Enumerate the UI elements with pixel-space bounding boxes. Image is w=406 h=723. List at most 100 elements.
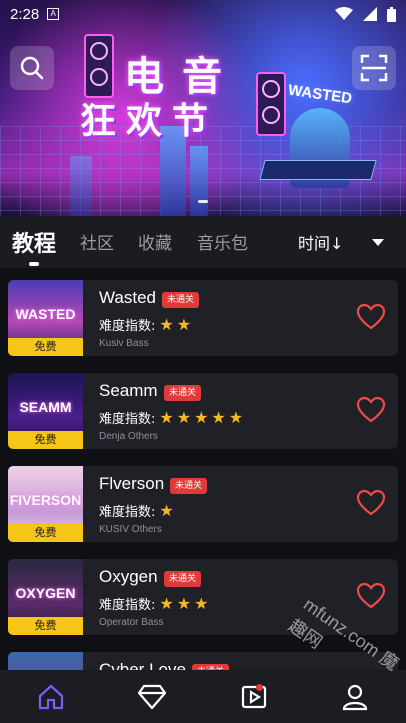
song-list[interactable]: WASTED 免费 Wasted 未通关 难度指数: ★ ★ Kusiv Bass SEAMM 免… [0,268,406,670]
star-icon: ★ [159,314,174,334]
song-title: Flverson [99,474,165,493]
search-icon [20,56,44,80]
status-bar: 2:28 A [0,0,406,28]
banner-building [190,146,208,216]
difficulty-label: 难度指数: [99,412,156,427]
star-icon: ★ [159,407,174,427]
difficulty-stars: ★ ★ ★ [159,593,209,613]
song-cover [8,652,83,670]
star-icon: ★ [159,500,174,520]
free-label: 免费 [8,524,83,542]
song-cover: WASTED 免费 [8,280,83,356]
speaker-graphic [256,72,286,136]
free-label: 免费 [8,431,83,449]
song-genre: Others [131,524,162,535]
favorite-heart-icon[interactable] [356,581,386,611]
difficulty-stars: ★ ★ [159,314,192,334]
song-artist: Kusiv [99,338,124,349]
favorite-heart-icon[interactable] [356,302,386,332]
status-badge: 未通关 [170,478,208,494]
song-meta: Kusiv Bass [99,338,148,349]
signal-icon [363,7,377,21]
song-card[interactable]: FIVERSON 免费 Flverson 未通关 难度指数: ★ KUSIV Others [8,466,398,542]
song-meta: KUSIV Others [99,524,162,535]
cover-title: SEAMM [19,399,72,415]
play-video-icon [241,685,266,708]
free-label: 免费 [8,617,83,635]
song-cover: OXYGEN 免费 [8,559,83,635]
notification-icon: A [47,8,60,20]
difficulty-row: 难度指数: ★ ★ ★ [99,594,208,613]
diamond-icon [138,684,167,709]
category-tabs: 教程 社区 收藏 音乐包 时间↓ [0,216,406,268]
song-card[interactable]: SEAMM 免费 Seamm 未通关 难度指数: ★ ★ ★ ★ ★ Denja Others [8,373,398,449]
star-icon: ★ [176,314,192,334]
tab-tutorial[interactable]: 教程 [12,226,56,258]
status-badge: 未通关 [164,571,202,587]
battery-icon [387,6,396,22]
difficulty-stars: ★ [159,500,174,520]
scan-icon [360,54,388,82]
status-time: 2:28 [10,5,40,23]
scan-button[interactable] [352,46,396,90]
event-banner[interactable]: 电音 狂欢节 WASTED [0,0,406,216]
free-label: 免费 [8,338,83,356]
wifi-icon [335,7,353,20]
cover-title: OXYGEN [15,585,76,601]
song-title: Oxygen [99,567,158,586]
notification-dot [255,683,263,691]
status-badge: 未通关 [162,292,200,308]
star-icon: ★ [194,407,209,427]
star-icon: ★ [176,593,192,613]
song-artist: KUSIV [99,524,130,535]
difficulty-label: 难度指数: [99,319,156,334]
active-tab-indicator [29,262,39,266]
song-meta: Operator Bass [99,617,163,628]
dj-deck [259,160,377,180]
song-artist: Operator [99,617,139,628]
bottom-navigation [0,670,406,723]
tab-music-packs[interactable]: 音乐包 [197,229,248,254]
banner-title-line2: 狂欢节 [80,101,219,142]
song-meta: Denja Others [99,431,158,442]
cover-title: FIVERSON [9,492,82,508]
tab-community[interactable]: 社区 [80,229,114,254]
favorite-heart-icon[interactable] [356,395,386,425]
favorite-heart-icon[interactable] [356,488,386,518]
star-icon: ★ [176,407,192,427]
song-cover: SEAMM 免费 [8,373,83,449]
banner-building [70,156,92,216]
song-genre: Others [127,431,158,442]
song-genre: Bass [141,617,164,628]
home-icon [38,684,63,709]
song-cover: FIVERSON 免费 [8,466,83,542]
song-card[interactable]: WASTED 免费 Wasted 未通关 难度指数: ★ ★ Kusiv Bass [8,280,398,356]
nav-store[interactable] [132,677,172,717]
star-icon: ★ [194,593,209,613]
star-icon: ★ [228,407,244,427]
difficulty-row: 难度指数: ★ ★ ★ ★ ★ [99,408,243,427]
banner-sign: WASTED [287,81,354,108]
song-title: Seamm [99,381,158,400]
difficulty-row: 难度指数: ★ ★ [99,315,191,334]
search-button[interactable] [10,46,54,90]
song-title: Wasted [99,288,157,307]
song-title: Cyber Love [99,660,186,670]
difficulty-label: 难度指数: [99,598,156,613]
pagination-dot [198,200,208,203]
cover-title: WASTED [15,306,76,322]
difficulty-label: 难度指数: [99,505,156,520]
nav-videos[interactable] [234,677,274,717]
star-icon: ★ [211,407,226,427]
nav-home[interactable] [31,677,71,717]
star-icon: ★ [159,593,174,613]
speaker-graphic [84,34,114,98]
status-icons [335,6,396,22]
sort-time-button[interactable]: 时间↓ [298,230,343,254]
banner-pagination [0,200,406,203]
song-genre: Bass [126,338,149,349]
dropdown-caret-icon[interactable] [372,239,384,246]
tab-favorites[interactable]: 收藏 [138,229,172,254]
song-artist: Denja [99,431,126,442]
difficulty-stars: ★ ★ ★ ★ ★ [159,407,244,427]
